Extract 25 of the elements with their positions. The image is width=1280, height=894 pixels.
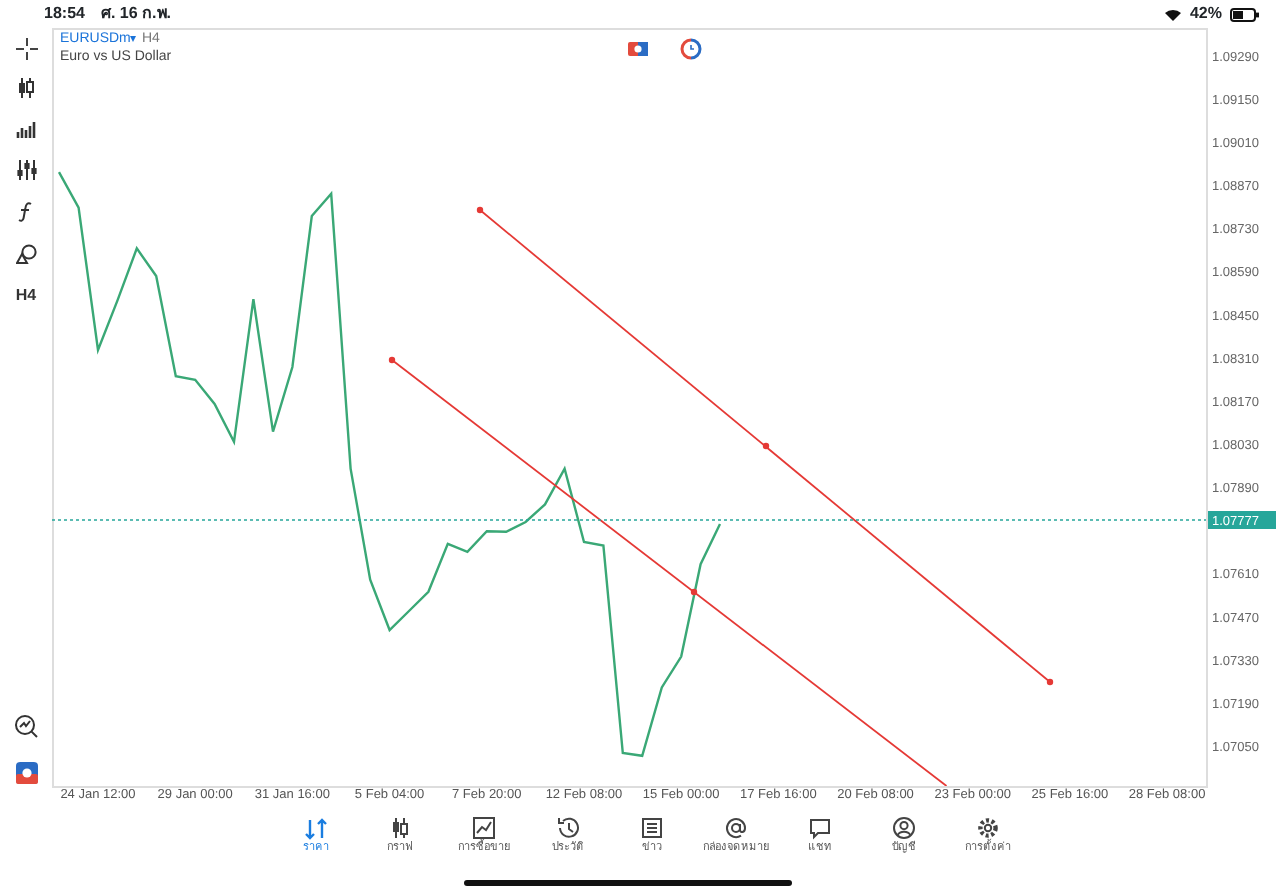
settings-icon: [976, 816, 1000, 840]
person-icon: [892, 816, 916, 840]
chat-bubble-icon: [808, 816, 832, 840]
line-chart-icon: [472, 816, 496, 840]
function-icon[interactable]: [18, 202, 34, 222]
crosshair-icon[interactable]: [15, 38, 37, 60]
arrows-icon: [304, 816, 328, 840]
sliders-icon[interactable]: [15, 160, 37, 180]
battery-icon: [1230, 7, 1260, 21]
clock-ring-icon[interactable]: [680, 38, 702, 60]
candlestick-icon[interactable]: [16, 78, 36, 98]
one-click-trading-icon[interactable]: [628, 42, 648, 56]
app-logo-icon[interactable]: [15, 762, 37, 784]
chart-search-icon[interactable]: [14, 714, 38, 738]
status-time: 18:54: [44, 2, 85, 26]
wifi-icon: [1163, 7, 1182, 21]
candlestick-icon: [388, 816, 412, 840]
shapes-icon[interactable]: [15, 244, 37, 264]
timeframe-button[interactable]: H4: [15, 288, 37, 304]
status-date: ศ. 16 ก.พ.: [100, 2, 171, 26]
bar-chart-icon[interactable]: [15, 120, 37, 138]
at-sign-icon: [724, 816, 748, 840]
newspaper-icon: [640, 816, 664, 840]
battery-percentage: 42%: [1189, 2, 1222, 26]
history-icon: [556, 816, 580, 840]
